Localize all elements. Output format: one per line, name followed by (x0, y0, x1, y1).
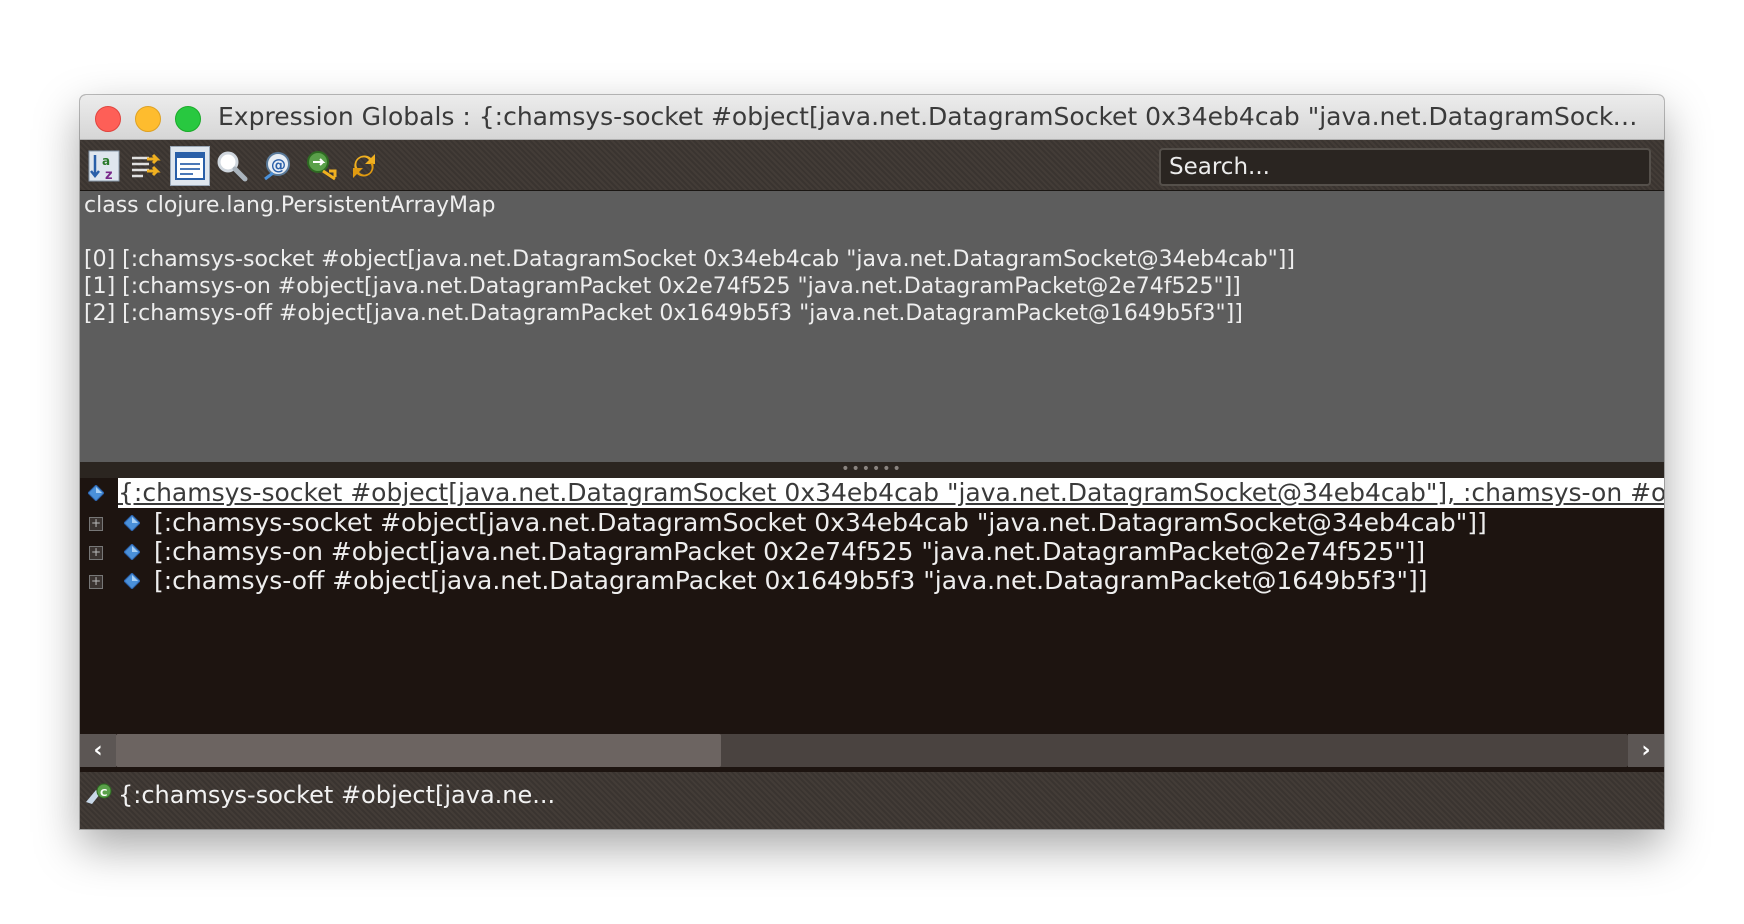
refresh-icon (353, 154, 375, 178)
search-input[interactable] (1159, 148, 1651, 186)
svg-text:C: C (100, 788, 107, 799)
horizontal-scrollbar[interactable]: ‹ › (80, 732, 1664, 772)
inspect-button[interactable]: @ (258, 146, 298, 186)
filter-arrows-button[interactable] (126, 146, 166, 186)
class-name-text: class clojure.lang.PersistentArrayMap (84, 193, 496, 218)
zoom-window-button[interactable] (175, 106, 201, 132)
minimize-window-button[interactable] (135, 106, 161, 132)
details-pane-toggle[interactable] (170, 146, 210, 186)
svg-text:z: z (105, 168, 113, 183)
splitter-grip: •••••• (841, 461, 903, 477)
diamond-node-icon (88, 485, 104, 501)
diamond-node-icon (124, 573, 140, 589)
tree-row[interactable]: [:chamsys-socket #object[java.net.Datagr… (154, 508, 1487, 538)
expand-toggle[interactable]: + (89, 517, 103, 531)
inspect-at-icon: @ (264, 152, 290, 181)
scroll-right-button[interactable]: › (1628, 734, 1664, 767)
svg-text:@: @ (271, 156, 286, 174)
find-button[interactable] (212, 146, 252, 186)
close-window-button[interactable] (95, 106, 121, 132)
refresh-button[interactable] (344, 146, 384, 186)
expression-status-icon: C (86, 783, 112, 804)
toolbar: a z @ (80, 140, 1664, 191)
detail-entry: [1] [:chamsys-on #object[java.net.Datagr… (84, 274, 1241, 299)
expand-toggle[interactable]: + (89, 546, 103, 560)
tree-row-label: [:chamsys-off #object[java.net.DatagramP… (154, 566, 1428, 595)
detail-entry: [2] [:chamsys-off #object[java.net.Datag… (84, 301, 1243, 326)
tree-row[interactable]: [:chamsys-on #object[java.net.DatagramPa… (154, 537, 1425, 567)
diamond-node-icon (124, 515, 140, 531)
svg-text:a: a (102, 154, 110, 168)
details-pane-icon (175, 152, 205, 180)
evaluate-arrow-icon (307, 151, 337, 181)
tree-row[interactable]: [:chamsys-off #object[java.net.DatagramP… (154, 566, 1428, 596)
sort-az-icon: a z (88, 150, 120, 183)
tree-root-row[interactable]: {:chamsys-socket #object[java.net.Datagr… (118, 478, 1664, 508)
diamond-node-icon (124, 544, 140, 560)
tree-root-label: {:chamsys-socket #object[java.net.Datagr… (118, 478, 1664, 507)
status-bar: C {:chamsys-socket #object[java.ne... (80, 772, 1664, 829)
detail-pane: class clojure.lang.PersistentArrayMap [0… (80, 191, 1664, 462)
scroll-left-button[interactable]: ‹ (80, 734, 116, 767)
title-bar: Expression Globals : {:chamsys-socket #o… (80, 95, 1664, 140)
sort-az-button[interactable]: a z (84, 146, 124, 186)
window-title: Expression Globals : {:chamsys-socket #o… (218, 102, 1648, 131)
expand-toggle[interactable]: + (89, 575, 103, 589)
magnifier-icon (217, 151, 248, 182)
status-text: {:chamsys-socket #object[java.ne... (118, 781, 556, 809)
split-pane-divider[interactable]: •••••• (80, 462, 1664, 478)
expression-tree: {:chamsys-socket #object[java.net.Datagr… (80, 478, 1664, 732)
tree-row-label: [:chamsys-on #object[java.net.DatagramPa… (154, 537, 1426, 566)
filter-arrows-icon (132, 153, 161, 178)
tree-row-label: [:chamsys-socket #object[java.net.Datagr… (154, 508, 1487, 537)
expression-globals-window: Expression Globals : {:chamsys-socket #o… (80, 95, 1664, 829)
detail-entry: [0] [:chamsys-socket #object[java.net.Da… (84, 247, 1295, 272)
evaluate-button[interactable] (302, 146, 342, 186)
scroll-thumb[interactable] (116, 734, 721, 767)
